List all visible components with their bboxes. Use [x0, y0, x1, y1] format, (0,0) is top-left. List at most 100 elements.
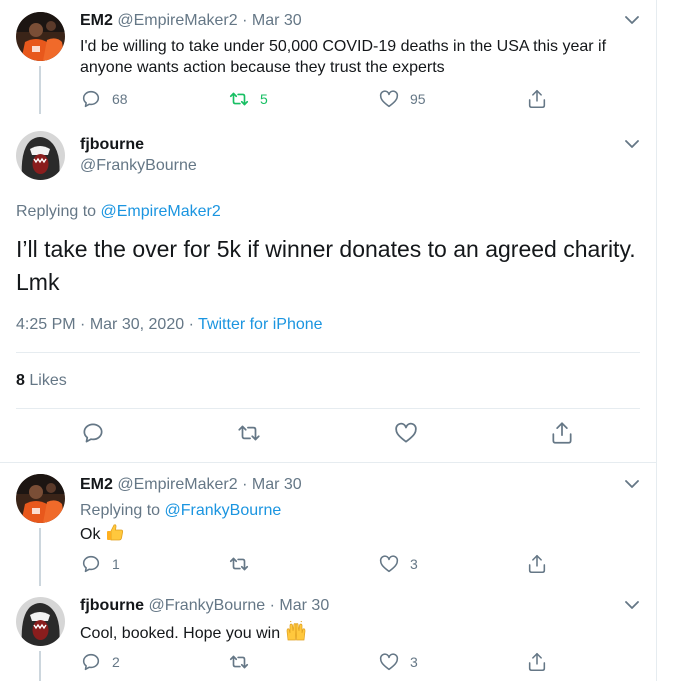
- main-tweet-actions: [0, 422, 656, 448]
- author-name[interactable]: EM2: [80, 12, 113, 29]
- avatar-em2[interactable]: [16, 474, 65, 523]
- tweet-actions: 2 3: [80, 651, 550, 675]
- retweet-button[interactable]: [228, 553, 260, 575]
- tweet-text-line: anyone wants action because they trust t…: [80, 59, 445, 76]
- author-name[interactable]: fjbourne: [80, 136, 144, 154]
- share-icon: [528, 89, 546, 109]
- chevron-down-icon[interactable]: [624, 479, 640, 489]
- reply-icon: [82, 555, 100, 573]
- divider: [0, 462, 657, 463]
- reply-icon: [82, 90, 100, 108]
- reply-button[interactable]: [80, 422, 106, 444]
- author-handle[interactable]: @FrankyBourne: [148, 597, 265, 614]
- separator-dot: ·: [242, 12, 248, 29]
- tweet-date[interactable]: Mar 30: [252, 476, 302, 493]
- replying-to-link[interactable]: @EmpireMaker2: [101, 203, 221, 220]
- like-button[interactable]: 3: [378, 651, 418, 673]
- tweet-full-date[interactable]: Mar 30, 2020: [90, 316, 184, 333]
- author-name[interactable]: fjbourne: [80, 597, 144, 614]
- chevron-down-icon[interactable]: [624, 139, 640, 149]
- tweet-actions: 68 5 95: [80, 88, 550, 112]
- reply-icon: [83, 423, 103, 443]
- like-button[interactable]: [393, 422, 419, 444]
- avatar-fjbourne[interactable]: [16, 131, 65, 180]
- likes-summary[interactable]: 8 Likes: [16, 372, 67, 390]
- tweet-time[interactable]: 4:25 PM: [16, 316, 76, 333]
- share-icon: [528, 554, 546, 574]
- like-count: 3: [410, 556, 418, 572]
- replying-label: Replying to: [16, 203, 97, 220]
- tweet-text-line: I'd be willing to take under 50,000 COVI…: [80, 38, 607, 55]
- separator-dot: ·: [242, 476, 248, 493]
- like-icon: [395, 422, 417, 443]
- tweet-thread: EM2 @EmpireMaker2 · Mar 30 I'd be willin…: [0, 0, 680, 681]
- tweet-header: EM2 @EmpireMaker2 · Mar 30: [80, 12, 302, 30]
- retweet-icon: [229, 655, 249, 669]
- thread-line: [39, 651, 41, 681]
- author-name[interactable]: EM2: [80, 476, 113, 493]
- retweet-icon: [238, 425, 260, 441]
- tweet-text: I'd be willing to take under 50,000 COVI…: [80, 36, 650, 78]
- tweet-text-content: Ok: [80, 526, 101, 543]
- reply-count: 1: [112, 556, 120, 572]
- author-handle[interactable]: @EmpireMaker2: [117, 476, 237, 493]
- tweet-text-content: Cool, booked. Hope you win: [80, 625, 281, 642]
- retweet-button[interactable]: [236, 422, 262, 444]
- share-icon: [552, 422, 572, 444]
- replying-to-link[interactable]: @FrankyBourne: [165, 502, 282, 519]
- retweet-icon: [229, 557, 249, 571]
- share-button[interactable]: [549, 422, 575, 444]
- avatar-fjbourne[interactable]: [16, 597, 65, 646]
- share-icon: [528, 652, 546, 672]
- share-button[interactable]: [526, 651, 548, 673]
- tweet-header: fjbourne @FrankyBourne · Mar 30: [80, 597, 329, 615]
- tweet-text: Ok: [80, 522, 125, 545]
- like-icon: [379, 90, 399, 108]
- likes-count: 8: [16, 372, 25, 389]
- reply-count: 2: [112, 654, 120, 670]
- tweet-source[interactable]: Twitter for iPhone: [198, 316, 323, 333]
- separator-dot: ·: [269, 597, 275, 614]
- share-button[interactable]: [526, 553, 548, 575]
- like-button[interactable]: 3: [378, 553, 418, 575]
- tweet-header: EM2 @EmpireMaker2 · Mar 30: [80, 476, 302, 494]
- raising-hands-emoji: [286, 621, 305, 641]
- replying-to: Replying to @FrankyBourne: [80, 500, 281, 521]
- tweet-date[interactable]: Mar 30: [279, 597, 329, 614]
- tweet-text: Cool, booked. Hope you win: [80, 621, 307, 644]
- retweet-icon: [229, 92, 249, 106]
- avatar-em2[interactable]: [16, 12, 65, 61]
- like-icon: [379, 555, 399, 573]
- replying-label: Replying to: [80, 502, 161, 519]
- divider: [16, 408, 640, 409]
- divider: [16, 352, 640, 353]
- retweet-count: 5: [260, 91, 268, 107]
- reply-count: 68: [112, 91, 128, 107]
- tweet-meta: 4:25 PM · Mar 30, 2020 · Twitter for iPh…: [16, 316, 323, 334]
- replying-to: Replying to @EmpireMaker2: [16, 203, 221, 221]
- share-button[interactable]: [526, 88, 548, 110]
- reply-button[interactable]: 1: [80, 553, 120, 575]
- reply-button[interactable]: 2: [80, 651, 120, 673]
- reply-icon: [82, 653, 100, 671]
- chevron-down-icon[interactable]: [624, 600, 640, 610]
- main-tweet-text: I’ll take the over for 5k if winner dona…: [16, 236, 636, 295]
- tweet-actions: 1 3: [80, 553, 550, 577]
- thread-line: [39, 528, 41, 586]
- like-button[interactable]: 95: [378, 88, 426, 110]
- retweet-button[interactable]: 5: [228, 88, 268, 110]
- reply-button[interactable]: 68: [80, 88, 128, 110]
- separator-dot: ·: [80, 316, 86, 333]
- timeline-border: [656, 0, 657, 681]
- separator-dot: ·: [188, 316, 194, 333]
- chevron-down-icon[interactable]: [624, 15, 640, 25]
- author-handle[interactable]: @FrankyBourne: [80, 157, 197, 175]
- like-icon: [379, 653, 399, 671]
- like-count: 95: [410, 91, 426, 107]
- thread-line: [39, 66, 41, 114]
- retweet-button[interactable]: [228, 651, 260, 673]
- likes-label: Likes: [29, 372, 67, 389]
- tweet-date[interactable]: Mar 30: [252, 12, 302, 29]
- like-count: 3: [410, 654, 418, 670]
- author-handle[interactable]: @EmpireMaker2: [117, 12, 237, 29]
